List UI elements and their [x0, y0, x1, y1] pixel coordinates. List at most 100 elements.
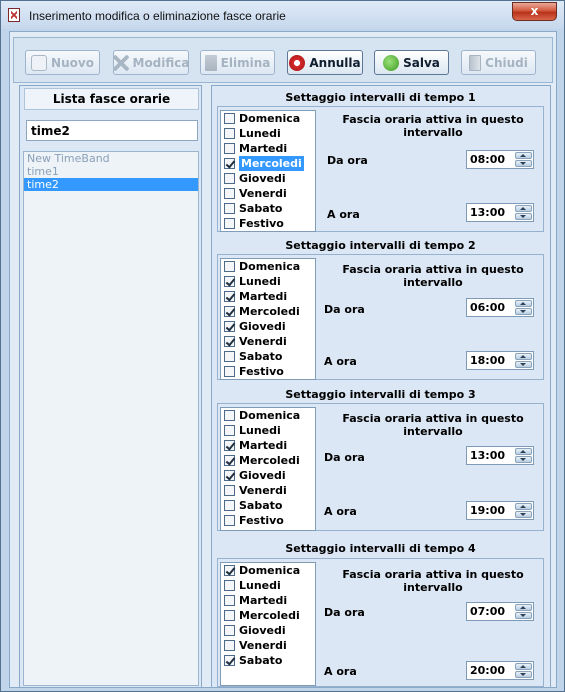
cancel-button[interactable]: Annulla — [287, 50, 363, 75]
day-checkbox[interactable] — [224, 470, 235, 481]
day-checkbox[interactable] — [224, 580, 235, 591]
day-row-sabato[interactable]: Sabato — [221, 653, 315, 668]
day-row-lunedi[interactable]: Lunedi — [221, 274, 315, 289]
day-row-venerdi[interactable]: Venerdi — [221, 638, 315, 653]
day-row-martedi[interactable]: Martedi — [221, 593, 315, 608]
day-checkbox[interactable] — [224, 291, 235, 302]
day-checkbox[interactable] — [224, 625, 235, 636]
day-checkbox[interactable] — [224, 143, 235, 154]
spin-up-icon[interactable] — [515, 152, 532, 159]
day-row-sabato[interactable]: Sabato — [221, 349, 315, 364]
day-checkbox[interactable] — [224, 410, 235, 421]
day-row-festivo[interactable]: Festivo — [221, 364, 315, 379]
spin-down-icon[interactable] — [515, 160, 532, 167]
day-row-giovedi[interactable]: Giovedi — [221, 319, 315, 334]
day-row-domenica[interactable]: Domenica — [221, 111, 315, 126]
spin-up-icon[interactable] — [515, 448, 532, 455]
spin-down-icon[interactable] — [515, 361, 532, 368]
day-row-domenica[interactable]: Domenica — [221, 259, 315, 274]
spin-up-icon[interactable] — [515, 205, 532, 212]
day-checkbox[interactable] — [224, 655, 235, 666]
section-title: Settaggio intervalli di tempo 1 — [285, 91, 476, 104]
day-checkbox[interactable] — [224, 203, 235, 214]
from-time-spinner[interactable]: 13:00 — [466, 446, 534, 465]
day-row-venerdi[interactable]: Venerdi — [221, 334, 315, 349]
day-checkbox[interactable] — [224, 366, 235, 377]
list-item[interactable]: time2 — [24, 178, 198, 191]
day-checkbox[interactable] — [224, 336, 235, 347]
day-row-mercoledi[interactable]: Mercoledi — [221, 453, 315, 468]
spin-down-icon[interactable] — [515, 213, 532, 220]
timeband-list[interactable]: New TimeBand time1 time2 — [23, 151, 199, 686]
day-row-martedi[interactable]: Martedi — [221, 438, 315, 453]
to-time-spinner[interactable]: 20:00 — [466, 661, 534, 680]
day-checkbox[interactable] — [224, 173, 235, 184]
spin-up-icon[interactable] — [515, 300, 532, 307]
day-row-lunedi[interactable]: Lunedi — [221, 126, 315, 141]
day-row-venerdi[interactable]: Venerdi — [221, 483, 315, 498]
day-row-giovedi[interactable]: Giovedi — [221, 468, 315, 483]
from-time-spinner[interactable]: 07:00 — [466, 602, 534, 621]
delete-button[interactable]: Elimina — [200, 50, 275, 75]
day-checkbox[interactable] — [224, 306, 235, 317]
day-checkbox[interactable] — [224, 500, 235, 511]
timeband-name-input[interactable] — [26, 120, 198, 141]
day-row-domenica[interactable]: Domenica — [221, 408, 315, 423]
title-bar[interactable]: Inserimento modifica o eliminazione fasc… — [1, 1, 564, 29]
spin-up-icon[interactable] — [515, 503, 532, 510]
spin-up-icon[interactable] — [515, 353, 532, 360]
day-checkbox[interactable] — [224, 158, 235, 169]
day-checkbox[interactable] — [224, 485, 235, 496]
spin-up-icon[interactable] — [515, 663, 532, 670]
day-row-festivo[interactable]: Festivo — [221, 216, 315, 231]
day-checkbox[interactable] — [224, 218, 235, 229]
day-checkbox[interactable] — [224, 595, 235, 606]
day-row-giovedi[interactable]: Giovedi — [221, 623, 315, 638]
day-checkbox[interactable] — [224, 321, 235, 332]
to-time-spinner[interactable]: 18:00 — [466, 351, 534, 370]
day-row-martedi[interactable]: Martedi — [221, 289, 315, 304]
day-row-mercoledi[interactable]: Mercoledi — [221, 304, 315, 319]
list-item[interactable]: time1 — [24, 165, 198, 178]
spin-down-icon[interactable] — [515, 671, 532, 678]
day-checkbox[interactable] — [224, 640, 235, 651]
day-checkbox[interactable] — [224, 425, 235, 436]
spin-down-icon[interactable] — [515, 612, 532, 619]
day-row-mercoledi[interactable]: Mercoledi — [221, 156, 315, 171]
day-checkbox[interactable] — [224, 565, 235, 576]
day-checkbox[interactable] — [224, 440, 235, 451]
list-item[interactable]: New TimeBand — [24, 152, 198, 165]
day-row-domenica[interactable]: Domenica — [221, 563, 315, 578]
day-checkbox[interactable] — [224, 188, 235, 199]
new-button[interactable]: Nuovo — [25, 50, 100, 75]
day-checkbox[interactable] — [224, 515, 235, 526]
day-row-lunedi[interactable]: Lunedi — [221, 423, 315, 438]
day-row-venerdi[interactable]: Venerdi — [221, 186, 315, 201]
day-row-mercoledi[interactable]: Mercoledi — [221, 608, 315, 623]
day-row-giovedi[interactable]: Giovedi — [221, 171, 315, 186]
day-row-sabato[interactable]: Sabato — [221, 201, 315, 216]
close-button[interactable]: Chiudi — [461, 50, 536, 75]
day-checkbox[interactable] — [224, 610, 235, 621]
spin-down-icon[interactable] — [515, 308, 532, 315]
to-time-spinner[interactable]: 19:00 — [466, 501, 534, 520]
day-checkbox[interactable] — [224, 261, 235, 272]
day-checkbox[interactable] — [224, 276, 235, 287]
from-time-spinner[interactable]: 08:00 — [466, 150, 534, 169]
spin-up-icon[interactable] — [515, 604, 532, 611]
close-window-button[interactable]: x — [512, 2, 557, 21]
day-row-sabato[interactable]: Sabato — [221, 498, 315, 513]
day-checkbox[interactable] — [224, 128, 235, 139]
day-row-martedi[interactable]: Martedi — [221, 141, 315, 156]
spin-down-icon[interactable] — [515, 511, 532, 518]
spin-down-icon[interactable] — [515, 456, 532, 463]
day-checkbox[interactable] — [224, 113, 235, 124]
from-time-spinner[interactable]: 06:00 — [466, 298, 534, 317]
save-button[interactable]: Salva — [374, 50, 449, 75]
day-row-lunedi[interactable]: Lunedi — [221, 578, 315, 593]
edit-button[interactable]: Modifica — [112, 50, 190, 75]
to-time-spinner[interactable]: 13:00 — [466, 203, 534, 222]
day-checkbox[interactable] — [224, 455, 235, 466]
day-checkbox[interactable] — [224, 351, 235, 362]
day-row-festivo[interactable]: Festivo — [221, 513, 315, 528]
